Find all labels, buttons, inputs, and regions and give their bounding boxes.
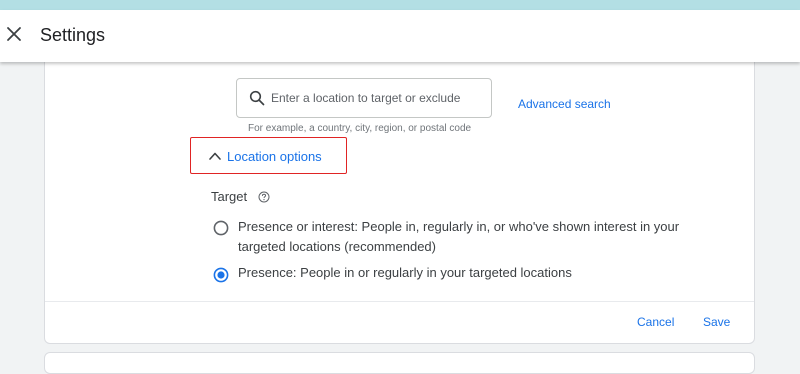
option-presence-or-interest-label[interactable]: Presence or interest: People in, regular… (238, 217, 718, 257)
location-settings-panel: For example, a country, city, region, or… (44, 50, 755, 344)
cancel-button[interactable]: Cancel (637, 315, 674, 329)
option-presence-label[interactable]: Presence: People in or regularly in your… (238, 263, 572, 283)
location-options-toggle[interactable]: Location options (190, 137, 347, 174)
radio-presence[interactable] (213, 267, 229, 283)
close-icon[interactable] (2, 22, 26, 46)
save-button[interactable]: Save (703, 315, 730, 329)
next-section-card (44, 352, 755, 374)
radio-presence-or-interest[interactable] (213, 220, 229, 236)
page-title: Settings (40, 25, 106, 45)
settings-header: Settings (0, 10, 800, 62)
chevron-up-icon (209, 152, 221, 160)
target-label: Target (211, 189, 248, 204)
help-icon[interactable] (258, 191, 270, 203)
search-helper-text: For example, a country, city, region, or… (248, 123, 472, 134)
location-search-input[interactable] (271, 79, 483, 117)
location-options-label: Location options (227, 149, 322, 164)
actions-divider (45, 301, 754, 302)
top-accent-strip (0, 0, 800, 10)
advanced-search-link[interactable]: Advanced search (518, 97, 611, 111)
location-search-box[interactable] (236, 78, 492, 118)
search-icon (249, 90, 265, 106)
